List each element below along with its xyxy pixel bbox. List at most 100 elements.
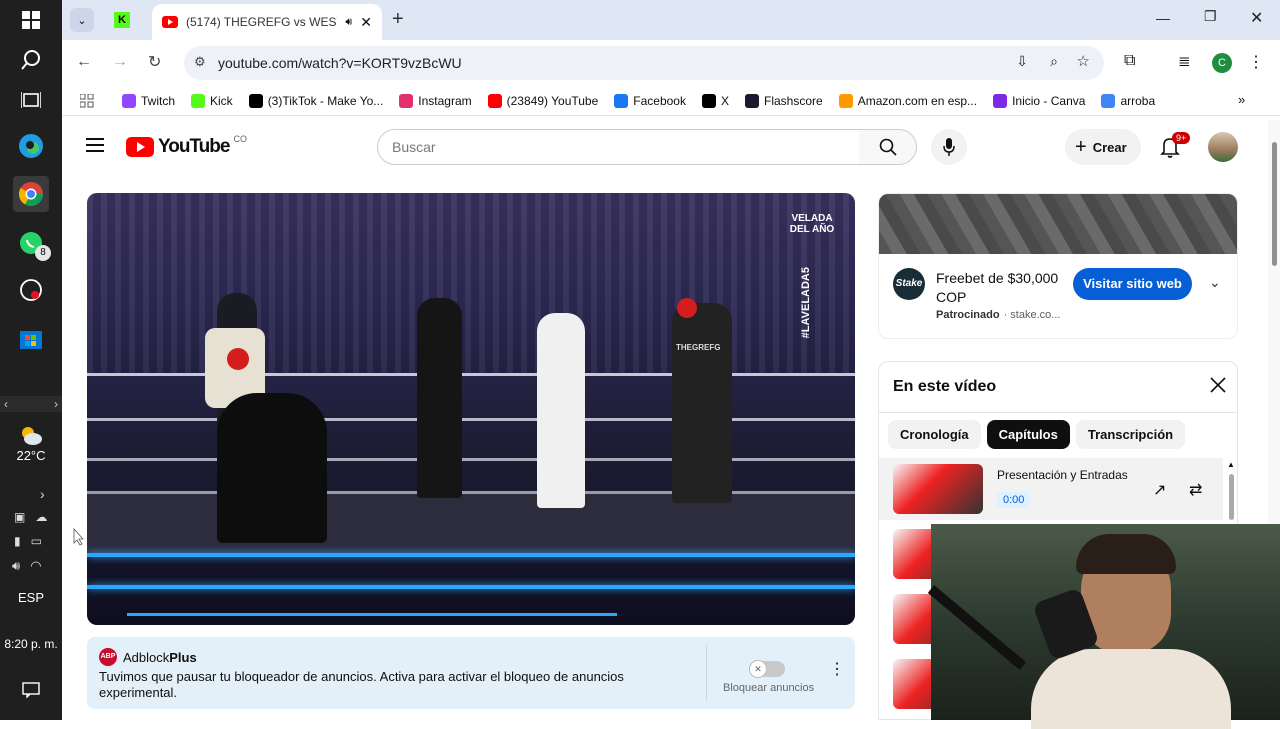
- notifications-bell-icon[interactable]: 9+: [1160, 132, 1191, 163]
- chapter-item-active[interactable]: Presentación y Entradas 0:00 ↗ ⇄: [879, 458, 1223, 520]
- share-arrow-icon[interactable]: ↗: [1153, 480, 1166, 500]
- block-ads-label: Bloquear anuncios: [723, 682, 815, 694]
- scroll-left-icon[interactable]: ‹: [4, 397, 8, 411]
- chapters-panel-title: En este vídeo: [893, 378, 997, 395]
- close-panel-icon[interactable]: [1209, 376, 1227, 399]
- chapter-tab[interactable]: Cronología: [888, 420, 981, 449]
- ad-banner-image: [879, 194, 1237, 254]
- sponsored-label: Patrocinado: [936, 309, 1000, 321]
- window-minimize-icon[interactable]: —: [1156, 10, 1170, 26]
- scroll-up-icon[interactable]: ▲: [1227, 460, 1235, 469]
- scrollbar-thumb[interactable]: [1229, 474, 1234, 520]
- chrome-browser-icon[interactable]: [13, 176, 49, 212]
- forward-arrow-icon[interactable]: →: [112, 53, 128, 71]
- page-scrollbar-thumb[interactable]: [1272, 142, 1277, 266]
- block-ads-toggle[interactable]: ✕: [749, 660, 785, 678]
- usb-device-icon[interactable]: ▮: [14, 534, 21, 548]
- apps-grid-icon[interactable]: [62, 93, 114, 108]
- chapter-thumbnail: [893, 464, 983, 514]
- install-app-icon[interactable]: ⇩: [1016, 53, 1028, 70]
- chapter-tab[interactable]: Transcripción: [1075, 420, 1186, 449]
- bookmark-label: Amazon.com en esp...: [857, 93, 978, 108]
- video-player[interactable]: THEGREFG VELADA DEL AÑO #LAVELADA5: [87, 193, 855, 625]
- back-arrow-icon[interactable]: ←: [76, 53, 92, 71]
- youtube-play-logo-icon: [126, 137, 154, 157]
- network-icon[interactable]: ◠: [30, 558, 41, 574]
- tab-close-icon[interactable]: ✕: [360, 14, 372, 31]
- youtube-logo[interactable]: YouTube CO: [126, 134, 247, 158]
- input-language[interactable]: ESP: [0, 590, 62, 605]
- bookmark-item[interactable]: Instagram: [391, 93, 479, 108]
- clock[interactable]: 8:20 p. m.: [0, 637, 62, 651]
- microphone-icon: [943, 138, 955, 156]
- hamburger-menu-icon[interactable]: [86, 138, 104, 157]
- bookmark-favicon-icon: [993, 93, 1008, 108]
- chapter-timestamp[interactable]: 0:00: [997, 492, 1031, 508]
- shirt-text: THEGREFG: [676, 343, 721, 352]
- bookmark-item[interactable]: Flashscore: [737, 93, 831, 108]
- kick-pinned-tab-icon[interactable]: K: [114, 12, 130, 28]
- browser-menu-kebab-icon[interactable]: ⋮: [1248, 52, 1264, 72]
- bookmark-label: Kick: [210, 93, 233, 108]
- bookmark-item[interactable]: Amazon.com en esp...: [831, 93, 985, 108]
- bookmark-item[interactable]: (3)TikTok - Make Yo...: [241, 93, 392, 108]
- search-icon[interactable]: [13, 42, 49, 78]
- windows-start-icon[interactable]: [13, 2, 49, 38]
- bookmark-item[interactable]: Facebook: [606, 93, 694, 108]
- bookmark-label: Facebook: [633, 93, 686, 108]
- address-url: youtube.com/watch?v=KORT9vzBcWU: [218, 55, 462, 71]
- ad-expand-chevron-icon[interactable]: ⌄: [1209, 274, 1221, 291]
- tab-youtube-video[interactable]: (5174) THEGREFG vs WESTC 🔊︎ ✕: [152, 4, 382, 40]
- show-hidden-icons-chevron-icon[interactable]: ›: [40, 486, 45, 502]
- bookmark-item[interactable]: arroba: [1093, 93, 1163, 108]
- bookmark-label: (23849) YouTube: [506, 93, 599, 108]
- site-info-icon[interactable]: ⚙: [194, 54, 206, 70]
- scroll-right-icon[interactable]: ›: [54, 397, 58, 411]
- bookmark-item[interactable]: (23849) YouTube: [480, 93, 607, 108]
- address-bar[interactable]: ⚙ youtube.com/watch?v=KORT9vzBcWU ⇩ ⌕ ☆: [184, 46, 1104, 80]
- profile-avatar[interactable]: C: [1212, 53, 1232, 73]
- volume-icon[interactable]: 🔊︎: [12, 558, 20, 574]
- taskbar-scroll[interactable]: ‹ ›: [0, 396, 62, 412]
- reload-icon[interactable]: ↻: [148, 52, 161, 72]
- bookmark-item[interactable]: Twitch: [114, 93, 183, 108]
- sponsored-ad-card[interactable]: Stake Freebet de $30,000 COP Patrocinado…: [878, 193, 1238, 339]
- tab-search-chevron-icon[interactable]: ⌄: [70, 8, 94, 32]
- whatsapp-icon[interactable]: 8: [13, 225, 51, 261]
- meet-now-icon[interactable]: ▣: [14, 510, 25, 524]
- extensions-puzzle-icon[interactable]: ⧉: [1124, 52, 1135, 70]
- new-tab-plus-icon[interactable]: +: [392, 8, 404, 31]
- notifications-center-icon[interactable]: [13, 672, 49, 708]
- visit-site-button[interactable]: Visitar sitio web: [1073, 268, 1192, 300]
- person-silhouette: THEGREFG: [672, 303, 732, 503]
- search-input[interactable]: Buscar: [377, 129, 860, 165]
- window-restore-icon[interactable]: ❐: [1204, 8, 1217, 25]
- whatsapp-badge: 8: [35, 245, 51, 261]
- app-icon[interactable]: [13, 272, 49, 308]
- window-close-icon[interactable]: ✕: [1250, 8, 1263, 28]
- edge-browser-icon[interactable]: [13, 128, 49, 164]
- bookmark-item[interactable]: Kick: [183, 93, 241, 108]
- adblock-menu-kebab-icon[interactable]: ⋮: [829, 659, 845, 679]
- voice-search-button[interactable]: [931, 129, 967, 165]
- zoom-icon[interactable]: ⌕: [1050, 53, 1058, 70]
- microsoft-store-icon[interactable]: [13, 320, 49, 356]
- loop-icon[interactable]: ⇄: [1189, 480, 1202, 500]
- bookmark-star-icon[interactable]: ☆: [1077, 52, 1090, 70]
- bookmark-item[interactable]: Inicio - Canva: [985, 93, 1093, 108]
- media-controls-icon[interactable]: ≣: [1178, 52, 1191, 70]
- person-foreground: [217, 393, 327, 543]
- tab-audio-icon[interactable]: 🔊︎: [345, 16, 352, 29]
- create-button[interactable]: + Crear: [1065, 129, 1141, 165]
- velada-logo: VELADA DEL AÑO: [789, 213, 835, 235]
- display-icon[interactable]: ▭: [31, 534, 42, 548]
- onedrive-cloud-icon[interactable]: ☁: [35, 510, 47, 524]
- task-view-icon[interactable]: [13, 82, 49, 118]
- account-avatar[interactable]: [1208, 132, 1238, 162]
- tab-title: (5174) THEGREFG vs WESTC: [186, 15, 338, 29]
- panel-scrollbar[interactable]: ▲: [1225, 458, 1237, 520]
- chapter-tab[interactable]: Capítulos: [986, 420, 1070, 449]
- search-button[interactable]: [859, 129, 917, 165]
- bookmarks-overflow-chevron-icon[interactable]: »: [1238, 92, 1245, 107]
- bookmark-item[interactable]: X: [694, 93, 737, 108]
